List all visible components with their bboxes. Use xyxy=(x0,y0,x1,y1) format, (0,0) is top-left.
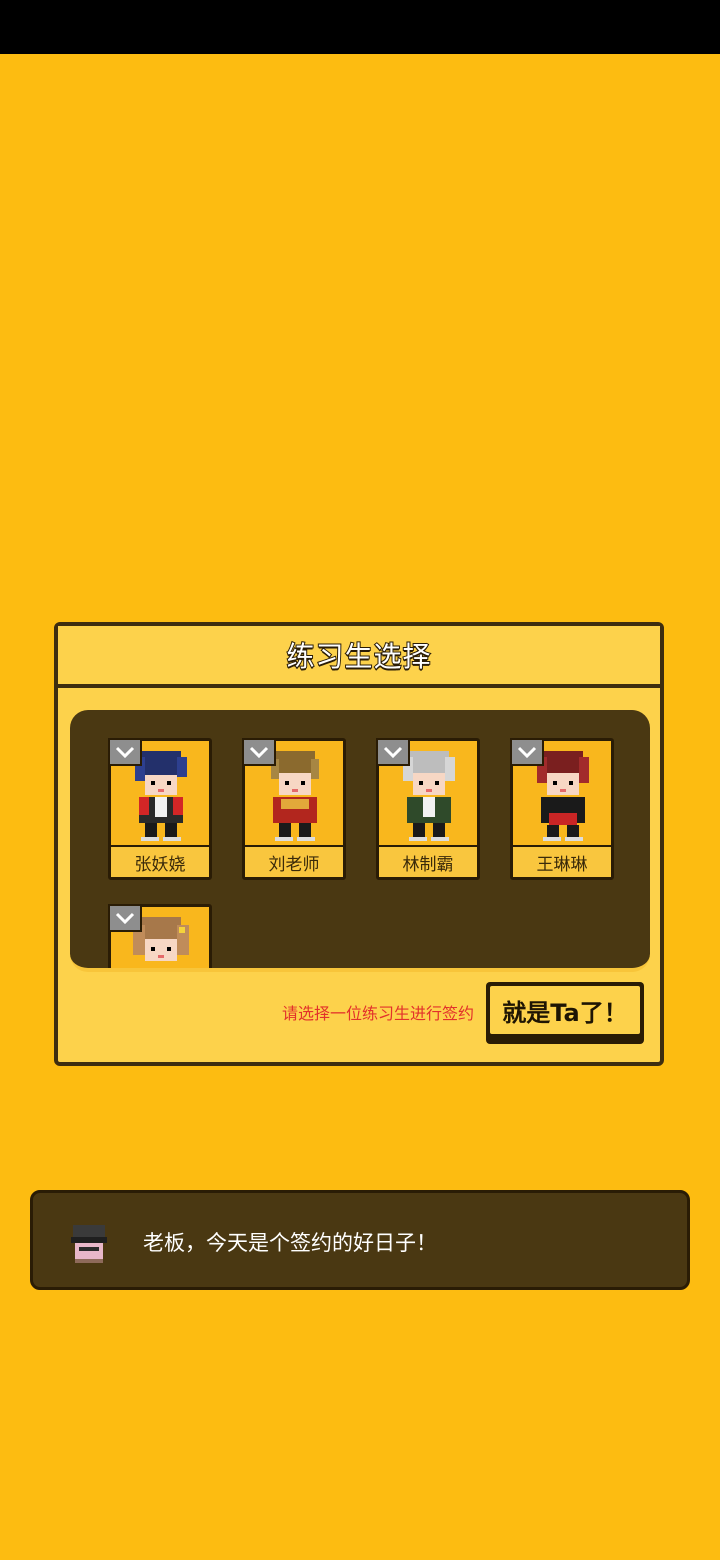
chevron-down-icon xyxy=(376,738,410,766)
chevron-down-icon xyxy=(242,738,276,766)
trainee-select-dialog: 练习生选择 张妖娆 刘老师 林制霸 王琳琳 请选择一位练习生进行签约 就是Ta了… xyxy=(54,622,664,1066)
speech-text: 老板，今天是个签约的好日子！ xyxy=(143,1231,437,1255)
dialog-header: 练习生选择 xyxy=(58,626,660,688)
chevron-down-icon xyxy=(108,904,142,932)
speech-bar: 老板，今天是个签约的好日子！ xyxy=(30,1190,690,1290)
confirm-button[interactable]: 就是Ta了！ xyxy=(486,982,644,1044)
trainee-name: 刘老师 xyxy=(245,845,343,877)
chevron-down-icon xyxy=(108,738,142,766)
trainee-card-4[interactable]: 王琳琳 xyxy=(510,738,614,880)
trainee-card-2[interactable]: 刘老师 xyxy=(242,738,346,880)
trainee-name: 王琳琳 xyxy=(513,845,611,877)
trainee-card-1[interactable]: 张妖娆 xyxy=(108,738,212,880)
manager-avatar-icon xyxy=(71,1225,107,1263)
trainee-name: 张妖娆 xyxy=(111,845,209,877)
status-bar xyxy=(0,0,720,54)
trainee-card-5[interactable] xyxy=(108,904,212,968)
trainee-name: 林制霸 xyxy=(379,845,477,877)
dialog-title: 练习生选择 xyxy=(285,639,432,674)
confirm-button-label: 就是Ta了！ xyxy=(490,986,640,1034)
trainee-card-3[interactable]: 林制霸 xyxy=(376,738,480,880)
trainee-roster: 张妖娆 刘老师 林制霸 王琳琳 xyxy=(70,710,650,972)
selection-hint: 请选择一位练习生进行签约 xyxy=(281,1004,474,1023)
chevron-down-icon xyxy=(510,738,544,766)
